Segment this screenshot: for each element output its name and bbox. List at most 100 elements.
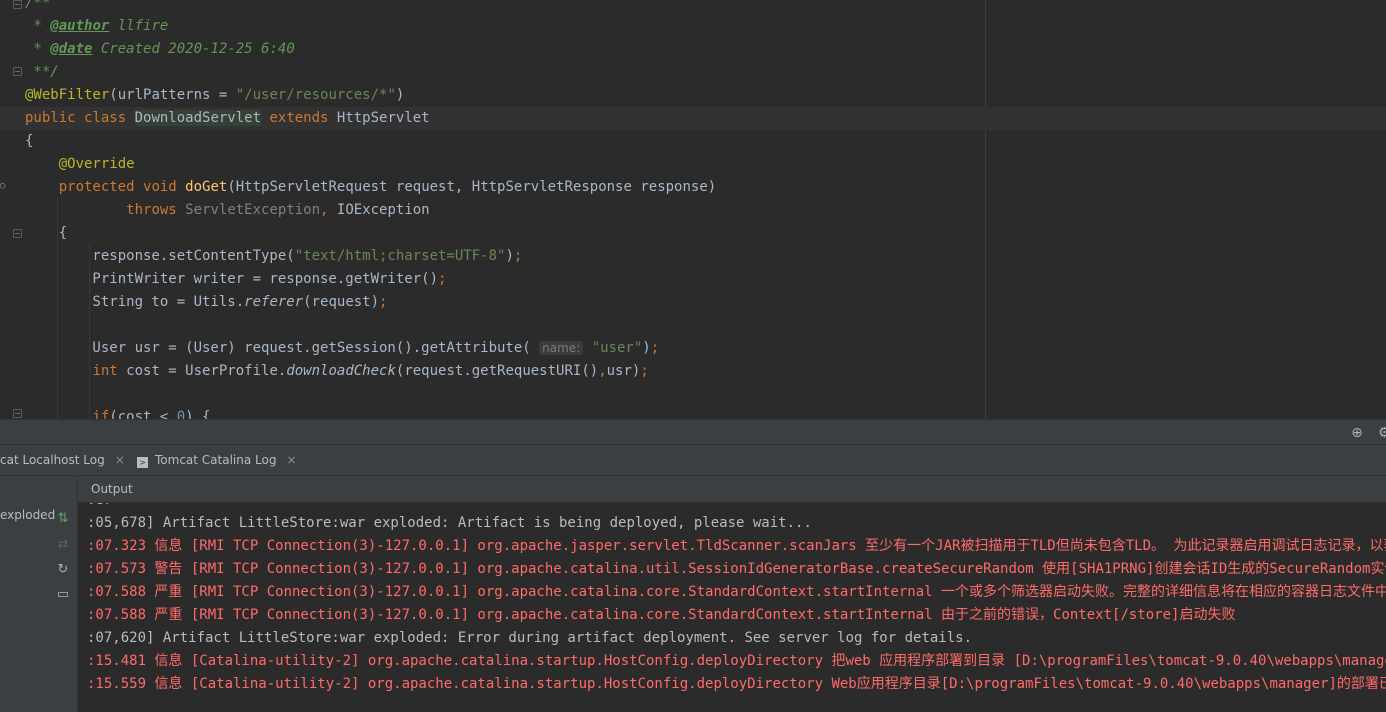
code-line[interactable]: * @author llfire [25, 15, 1385, 38]
code-token: (HttpServletRequest request, HttpServlet… [227, 179, 717, 195]
code-token: @Override [58, 156, 135, 172]
tab-localhost-log[interactable]: cat Localhost Log × [0, 445, 125, 476]
refresh-icon[interactable]: ↻ [55, 562, 71, 578]
settings-icon[interactable]: ⚙ [1378, 425, 1386, 441]
code-token: response.setContentType( [25, 248, 295, 264]
code-line[interactable]: @Override [25, 153, 1385, 176]
code-token: "text/html;charset=UTF-8" [294, 248, 506, 264]
code-token: "/user/resources/*" [235, 87, 396, 103]
code-token: doGet [185, 179, 228, 195]
deployment-panel: exploded ⇅ ⇄ ↻ ▭ [0, 476, 78, 712]
code-token: String to = Utils. [25, 294, 245, 310]
code-token: * [25, 18, 51, 34]
log-tabs: cat Localhost Log × > Tomcat Catalina Log × [0, 445, 1386, 476]
override-gutter-icon[interactable]: ○ [0, 182, 6, 191]
code-token: 0 [176, 409, 186, 419]
code-token: ) [505, 248, 514, 264]
code-token: downloadCheck [286, 363, 396, 379]
code-line[interactable]: **/ [25, 61, 1385, 84]
code-token: int [92, 363, 127, 379]
code-token: { [25, 225, 68, 241]
log-line: :07.573 警告 [RMI TCP Connection(3)-127.0.… [87, 561, 1386, 577]
output-header: Output [78, 476, 1386, 503]
target-icon[interactable]: ⊕ [1349, 425, 1365, 441]
code-token: User usr = (User) request.getSession().g… [25, 340, 540, 356]
code-token: { [25, 133, 34, 149]
code-token: DownloadServlet [134, 110, 262, 126]
code-line[interactable]: @WebFilter(urlPatterns = "/user/resource… [25, 84, 1385, 107]
log-line: :05,678] Artifact LittleStore:war explod… [87, 515, 812, 531]
log-line: :07.588 严重 [RMI TCP Connection(3)-127.0.… [87, 584, 1386, 600]
code-line[interactable]: PrintWriter writer = response.getWriter(… [25, 268, 1385, 291]
close-icon[interactable]: × [115, 453, 125, 467]
code-token: /** [25, 0, 51, 11]
deployment-item-label[interactable]: exploded [0, 508, 55, 522]
code-token: ; [640, 363, 649, 379]
code-token: class [84, 110, 135, 126]
update-app-icon[interactable]: ▭ [55, 587, 71, 603]
close-icon[interactable]: × [286, 453, 296, 467]
code-token: ) [395, 87, 405, 103]
code-line[interactable]: throws ServletException, IOException [25, 199, 1385, 222]
tab-catalina-log-label: Tomcat Catalina Log [155, 453, 277, 467]
code-line[interactable] [25, 383, 1385, 406]
code-line[interactable]: User usr = (User) request.getSession().g… [25, 337, 1385, 360]
editor-gutter[interactable]: ↑ ○ [0, 0, 24, 419]
undeploy-icon: ⇄ [57, 537, 69, 552]
fold-marker-icon[interactable] [13, 0, 22, 9]
code-line[interactable]: * @date Created 2020-12-25 6:40 [25, 38, 1385, 61]
code-line[interactable]: int cost = UserProfile.downloadCheck(req… [25, 360, 1385, 383]
deploy-icon[interactable]: ⇅ [55, 511, 71, 527]
code-token: extends [261, 110, 337, 126]
code-token: public [25, 110, 85, 126]
code-token: ; [379, 294, 388, 310]
fold-marker-icon[interactable] [13, 67, 22, 76]
code-line[interactable]: { [25, 222, 1385, 245]
log-line: :07.588 严重 [RMI TCP Connection(3)-127.0.… [87, 607, 1236, 623]
code-token: referer [244, 294, 304, 310]
code-token: @author [50, 18, 110, 34]
code-token: * [25, 41, 51, 57]
output-title: Output [91, 482, 133, 496]
code-line[interactable]: protected void doGet(HttpServletRequest … [25, 176, 1385, 199]
tab-localhost-log-label: cat Localhost Log [0, 453, 105, 467]
code-token: HttpServlet [336, 110, 430, 126]
code-token: **/ [25, 64, 59, 80]
code-line[interactable]: /** [25, 0, 1385, 15]
code-line[interactable]: response.setContentType("text/html;chars… [25, 245, 1385, 268]
output-console[interactable]: ver:05,678] Artifact LittleStore:war exp… [78, 503, 1386, 712]
console-icon: > [137, 457, 148, 468]
code-line[interactable]: if(cost < 0) { [25, 406, 1385, 419]
code-token: , [320, 202, 337, 218]
parameter-hint: name: [539, 341, 584, 355]
code-token: IOException [336, 202, 430, 218]
log-line: :15.559 信息 [Catalina-utility-2] org.apac… [87, 676, 1386, 692]
code-token: ) [642, 340, 651, 356]
code-token: (request.getRequestURI() [395, 363, 599, 379]
code-token: throws [126, 202, 186, 218]
code-token: usr) [606, 363, 641, 379]
code-token: Created 2020-12-25 6:40 [92, 41, 295, 57]
code-token: "user" [591, 340, 643, 356]
code-line[interactable] [25, 314, 1385, 337]
code-token: (cost < [109, 409, 177, 419]
code-line[interactable]: { [25, 130, 1385, 153]
tab-catalina-log[interactable]: > Tomcat Catalina Log × [137, 445, 297, 476]
code-token: (request) [303, 294, 380, 310]
code-token: @date [50, 41, 93, 57]
code-line[interactable]: public class DownloadServlet extends Htt… [0, 107, 1386, 130]
fold-marker-icon[interactable] [13, 409, 22, 418]
code-token: ; [513, 248, 523, 264]
code-editor[interactable]: ↑ ○ /** * @author llfire * @date Created… [0, 0, 1386, 419]
code-token: if [92, 409, 110, 419]
code-token: ; [438, 271, 447, 287]
log-line: :07,620] Artifact LittleStore:war explod… [87, 630, 973, 646]
log-line: :15.481 信息 [Catalina-utility-2] org.apac… [87, 653, 1386, 669]
fold-marker-icon[interactable] [13, 229, 22, 238]
code-line[interactable]: String to = Utils.referer(request); [25, 291, 1385, 314]
code-token: PrintWriter writer = response.getWriter(… [25, 271, 439, 287]
